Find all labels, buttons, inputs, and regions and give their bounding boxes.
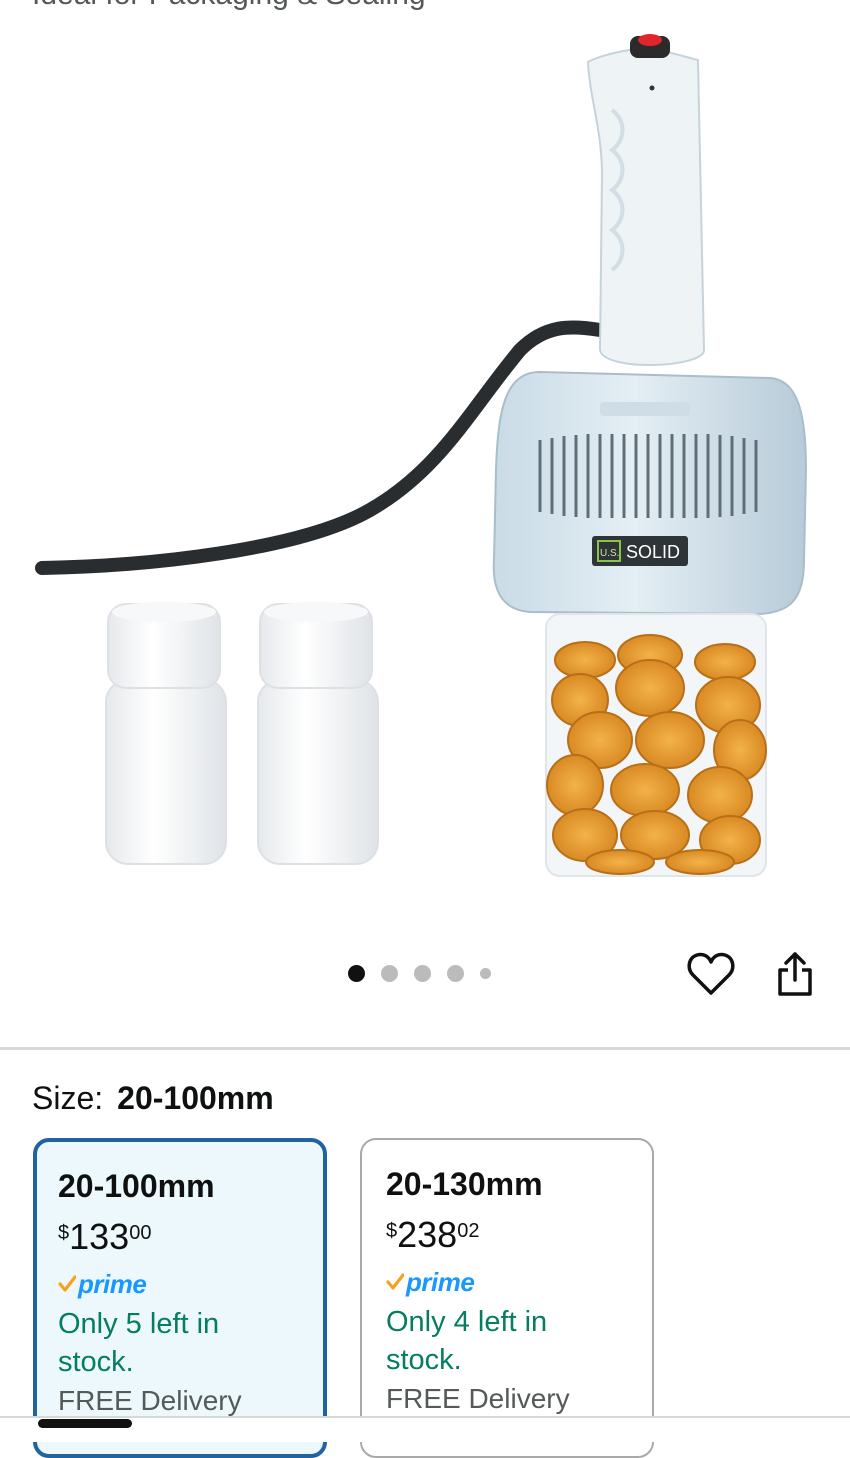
carousel-dot[interactable] [480,968,491,979]
size-option-price: $23802 [386,1217,630,1253]
size-selected-value: 20-100mm [117,1080,274,1116]
prime-text: prime [78,1268,147,1299]
prime-badge: prime [386,1267,630,1297]
bottle-left [105,602,227,865]
carousel-dot[interactable] [414,965,431,982]
svg-text:U.S.: U.S. [600,548,619,559]
svg-text:SOLID: SOLID [626,542,680,562]
heart-icon [687,952,735,995]
sealer-illustration: U.S. SOLID [35,34,808,877]
bottle-right [257,602,379,865]
product-image[interactable]: U.S. SOLID [0,0,850,1045]
price-fraction: 00 [129,1222,152,1244]
delivery-text: FREE Delivery [58,1385,242,1416]
carousel-dot[interactable] [447,965,464,982]
home-indicator [38,1419,132,1428]
prime-check-icon [58,1275,76,1292]
carousel-dot[interactable] [348,965,365,982]
size-label: Size: [32,1080,104,1116]
size-option-price: $13300 [58,1219,301,1255]
favorite-button[interactable] [686,950,736,998]
size-option-name: 20-100mm [58,1168,215,1204]
carousel-dots[interactable] [348,965,491,982]
share-icon [778,952,812,996]
size-selector-heading: Size: 20-100mm [32,1080,274,1117]
stock-status: Only 4 left in stock. [386,1306,548,1376]
share-button[interactable] [772,948,818,1000]
stock-status: Only 5 left in stock. [58,1308,220,1378]
price-fraction: 02 [457,1220,480,1242]
size-option-card[interactable]: 20-100mm $13300 prime Only 5 left in sto… [33,1138,327,1458]
size-option-name: 20-130mm [386,1166,543,1202]
prime-badge: prime [58,1269,301,1299]
size-option-card[interactable]: 20-130mm $23802 prime Only 4 left in sto… [360,1138,654,1458]
prime-text: prime [406,1266,475,1297]
delivery-text: FREE Delivery [386,1383,570,1414]
carousel-dot[interactable] [381,965,398,982]
currency-symbol: $ [58,1222,70,1244]
section-divider [0,1047,850,1050]
currency-symbol: $ [386,1220,398,1242]
price-whole: 133 [69,1216,130,1257]
prime-check-icon [386,1273,404,1290]
price-whole: 238 [397,1214,458,1255]
